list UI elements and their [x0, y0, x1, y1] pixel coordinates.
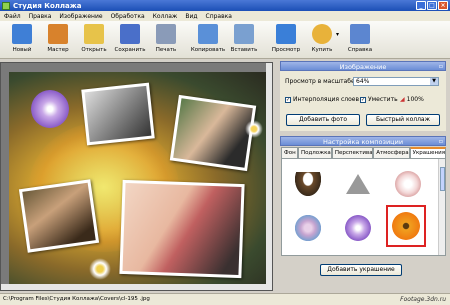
wizard-icon: [48, 24, 68, 44]
chevron-down-icon[interactable]: ▼: [430, 78, 438, 85]
interpolation-label: Интерполяция слоев: [293, 96, 359, 103]
purple-flower-decoration[interactable]: [31, 90, 69, 128]
app-icon: [2, 1, 10, 10]
copy-label: Копировать: [190, 47, 226, 53]
panel-close-icon[interactable]: ▫: [439, 137, 443, 147]
copy-button[interactable]: Копировать: [190, 21, 226, 59]
purple-flower-icon: [345, 215, 371, 241]
image-panel-title: Изображение: [339, 63, 387, 71]
image-panel-header: Изображение ▫: [280, 61, 446, 71]
preview-button[interactable]: Просмотр: [268, 21, 304, 59]
composition-tabs: Фон Подложка Перспектива Атмосфера Украш…: [281, 147, 446, 158]
help-label: Справка: [347, 47, 373, 53]
status-bar: C:\Program Files\Студия Коллажа\Covers\c…: [0, 293, 450, 305]
tab-decorations[interactable]: Украшения: [409, 147, 446, 158]
canvas-vertical-scrollbar[interactable]: [266, 63, 272, 290]
decorations-grid: [281, 158, 446, 256]
add-photo-button[interactable]: Добавить фото: [286, 114, 360, 126]
watermark-text: Footage.3dn.ru: [400, 296, 446, 303]
menu-view[interactable]: Вид: [185, 13, 197, 20]
save-disk-icon: [120, 24, 140, 44]
buy-label: Купить: [311, 47, 333, 53]
wizard-label: Мастер: [47, 47, 69, 53]
decoration-item[interactable]: [288, 163, 328, 205]
canvas-horizontal-scrollbar[interactable]: [1, 284, 272, 290]
save-label: Сохранить: [114, 47, 146, 53]
toolbar: Новый Мастер Открыть Сохранить Печать Ко…: [0, 21, 450, 59]
interpolation-checkbox[interactable]: ✓: [285, 96, 291, 103]
daisy-decoration[interactable]: [245, 120, 263, 138]
white-rose-icon: [395, 171, 421, 197]
decoration-item[interactable]: [338, 163, 378, 205]
menu-help[interactable]: Справка: [206, 13, 232, 20]
add-decoration-button[interactable]: Добавить украшение: [320, 264, 402, 276]
minimize-button[interactable]: _: [416, 1, 426, 10]
buy-cart-icon: [312, 24, 332, 44]
menu-bar: Файл Правка Изображение Обработка Коллаж…: [0, 11, 450, 21]
menu-edit[interactable]: Правка: [29, 13, 52, 20]
wizard-button[interactable]: Мастер: [40, 21, 76, 59]
close-button[interactable]: ×: [438, 1, 448, 10]
decoration-item[interactable]: [288, 207, 328, 249]
decorations-scrollbar[interactable]: [438, 159, 445, 255]
decoration-item[interactable]: [338, 207, 378, 249]
fit-checkbox[interactable]: ✓: [360, 96, 366, 103]
buy-button[interactable]: Купить: [304, 21, 340, 59]
help-book-icon: [350, 24, 370, 44]
menu-image[interactable]: Изображение: [59, 13, 102, 20]
composition-panel-title: Настройка композиции: [322, 138, 404, 146]
open-label: Открыть: [81, 47, 107, 53]
maximize-button[interactable]: □: [427, 1, 437, 10]
decoration-item-selected[interactable]: [386, 205, 426, 247]
open-button[interactable]: Открыть: [76, 21, 112, 59]
zoom-value: 64%: [356, 78, 370, 85]
window-title: Студия Коллажа: [13, 1, 82, 10]
paste-icon: [234, 24, 254, 44]
menu-processing[interactable]: Обработка: [111, 13, 145, 20]
scrollbar-thumb[interactable]: [440, 167, 445, 191]
orange-gerbera-icon: [392, 212, 420, 240]
fit-label: Уместить: [368, 96, 398, 103]
photo-bw-woman[interactable]: [81, 82, 155, 146]
hundred-percent-icon[interactable]: ◢: [400, 96, 405, 103]
paste-button[interactable]: Вставить: [226, 21, 262, 59]
triangle-button-icon: [346, 174, 370, 194]
menu-collage[interactable]: Коллаж: [153, 13, 178, 20]
photo-woman-portrait[interactable]: [119, 179, 245, 279]
collage-canvas[interactable]: [9, 72, 267, 284]
new-document-icon: [12, 24, 32, 44]
tab-backing[interactable]: Подложка: [297, 147, 332, 158]
paste-label: Вставить: [230, 47, 258, 53]
printer-icon: [156, 24, 176, 44]
new-label: Новый: [12, 47, 32, 53]
tab-atmosphere[interactable]: Атмосфера: [373, 147, 410, 158]
title-bar: Студия Коллажа _ □ ×: [0, 0, 450, 11]
tab-perspective[interactable]: Перспектива: [331, 147, 374, 158]
tab-background[interactable]: Фон: [281, 147, 298, 158]
photo-pirate[interactable]: [18, 179, 100, 253]
quick-collage-button[interactable]: Быстрый коллаж: [366, 114, 440, 126]
floral-pattern-icon: [295, 215, 321, 241]
new-button[interactable]: Новый: [4, 21, 40, 59]
photo-woman-dark-hair[interactable]: [169, 94, 257, 172]
menu-file[interactable]: Файл: [4, 13, 21, 20]
status-path: C:\Program Files\Студия Коллажа\Covers\c…: [3, 296, 150, 302]
composition-panel-header: Настройка композиции ▫: [280, 136, 446, 146]
preview-monitor-icon: [276, 24, 296, 44]
save-button[interactable]: Сохранить: [112, 21, 148, 59]
print-button[interactable]: Печать: [148, 21, 184, 59]
zoom-select[interactable]: 64% ▼: [353, 77, 439, 86]
eagle-icon: [295, 172, 321, 196]
decoration-item[interactable]: [388, 163, 428, 205]
folder-open-icon: [84, 24, 104, 44]
help-button[interactable]: Справка: [342, 21, 378, 59]
preview-label: Просмотр: [271, 47, 301, 53]
work-area: [0, 62, 273, 291]
zoom-label: Просмотр в масштабе: [285, 78, 355, 85]
hundred-percent-label: 100%: [406, 96, 424, 103]
print-label: Печать: [155, 47, 177, 53]
bottom-flower-decoration[interactable]: [89, 258, 111, 280]
copy-icon: [198, 24, 218, 44]
image-panel: Просмотр в масштабе 64% ▼ ✓ Интерполяция…: [280, 71, 446, 131]
